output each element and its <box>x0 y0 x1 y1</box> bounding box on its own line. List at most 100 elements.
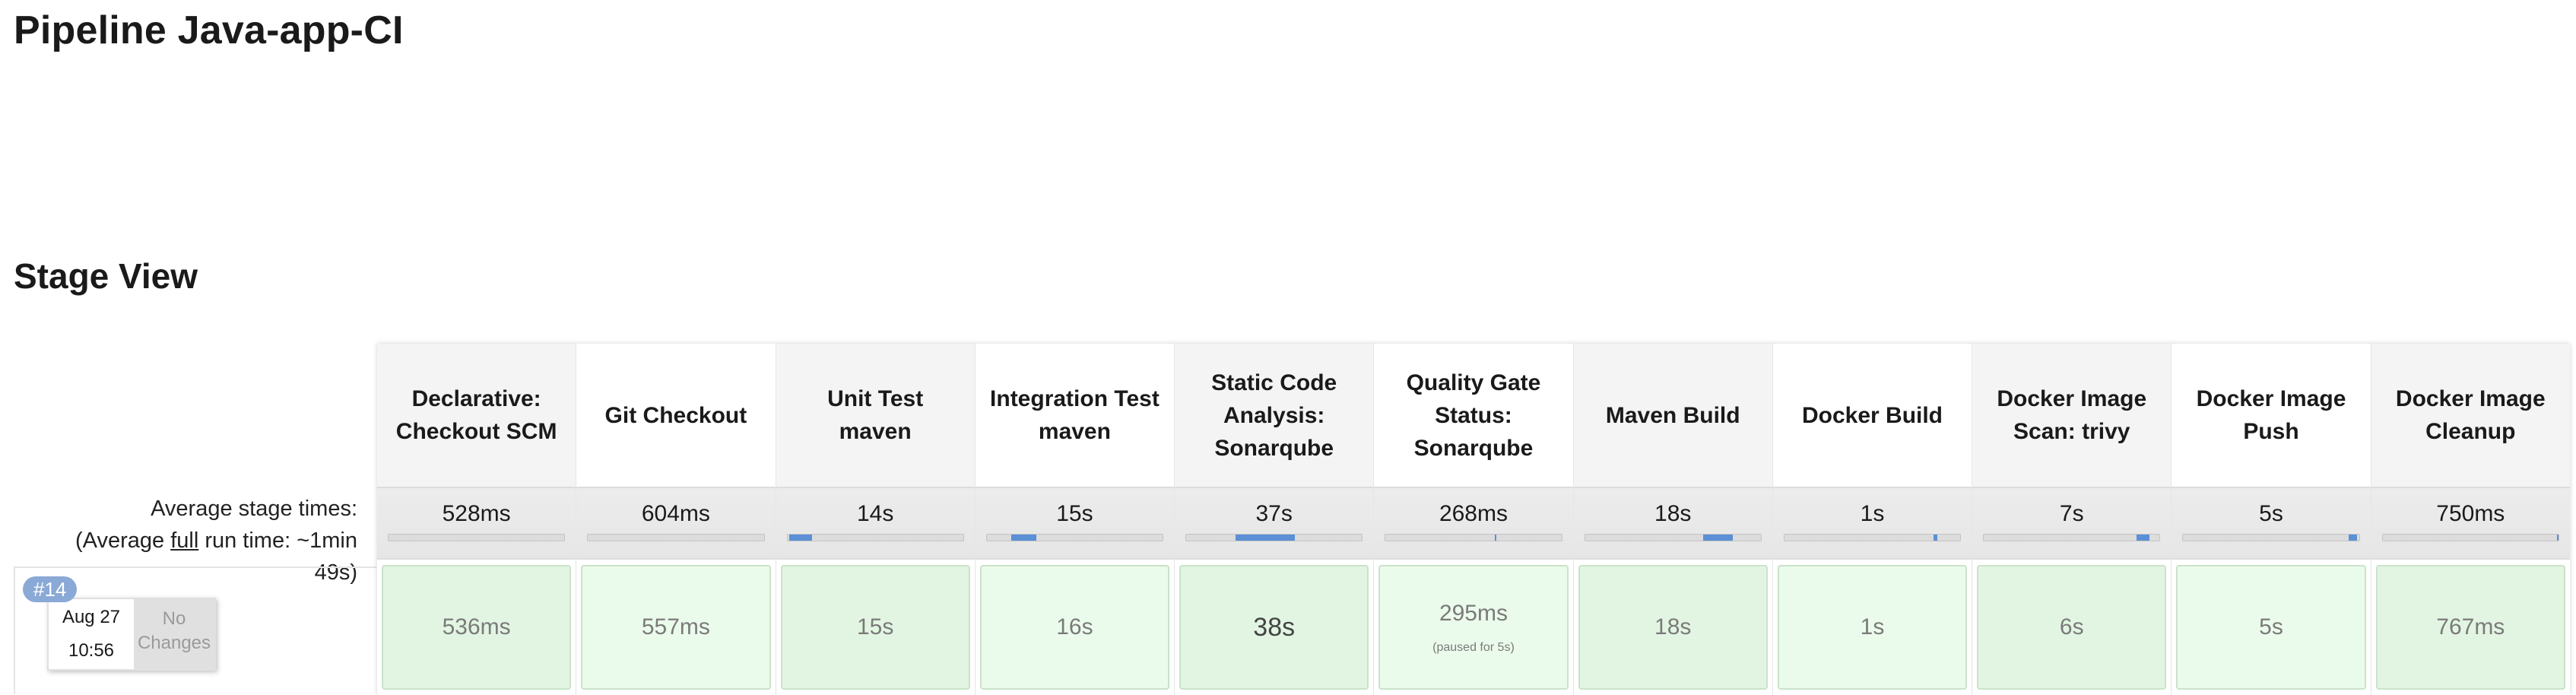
stage-average-time: 15s <box>1056 501 1093 526</box>
stage-progress-fill <box>1702 535 1733 541</box>
stage-run-cell[interactable]: 536ms <box>382 565 572 690</box>
stage-header[interactable]: Static Code Analysis: Sonarqube <box>1175 344 1374 487</box>
stage-progress-fill <box>1934 535 1938 541</box>
stage-column: Docker Build 1s 1s <box>1772 344 1972 695</box>
stage-average: 1s <box>1772 487 1972 560</box>
stage-average: 37s <box>1175 487 1374 560</box>
stage-progress-fill <box>2556 535 2559 541</box>
run-changes[interactable]: No Changes <box>134 599 214 669</box>
stage-progress-bar <box>2182 534 2360 541</box>
stage-average: 528ms <box>377 487 576 560</box>
stage-average: 604ms <box>576 487 776 560</box>
stage-average-time: 7s <box>2059 501 2084 526</box>
stage-average-time: 14s <box>856 501 894 526</box>
stage-header[interactable]: Docker Image Push <box>2172 344 2371 487</box>
stage-run-cell[interactable]: 18s <box>1578 565 1768 690</box>
stage-column: Unit Test maven 14s 15s <box>775 344 975 695</box>
stage-column: Git Checkout 604ms 557ms <box>576 344 776 695</box>
avg-label-line1: Average stage times: <box>151 497 357 521</box>
stage-run-cell[interactable]: 295ms (paused for 5s) <box>1378 565 1569 690</box>
stage-run-time: 38s <box>1253 613 1296 642</box>
stage-column: Maven Build 18s 18s <box>1572 344 1772 695</box>
stage-column: Docker Image Push 5s 5s <box>2171 344 2371 695</box>
stage-header[interactable]: Unit Test maven <box>776 344 975 487</box>
avg-label-suffix: run time: ~1min <box>198 528 357 553</box>
run-badge[interactable]: #14 <box>23 576 78 602</box>
stage-average-time: 1s <box>1860 501 1885 526</box>
stage-run-cell[interactable]: 16s <box>979 565 1170 690</box>
stage-run-slot: 767ms <box>2371 560 2570 695</box>
stage-progress-bar <box>1983 534 2161 541</box>
stage-progress-bar <box>388 534 566 541</box>
stage-run-slot: 557ms <box>576 560 776 695</box>
stage-average-time: 37s <box>1255 501 1293 526</box>
stage-header[interactable]: Maven Build <box>1573 344 1772 487</box>
stage-average: 750ms <box>2371 487 2570 560</box>
avg-label-line2: (Average full run time: ~1min <box>14 525 357 557</box>
page-title: Pipeline Java-app-CI <box>14 8 404 52</box>
stage-run-time: 1s <box>1860 614 1885 639</box>
stage-header[interactable]: Declarative: Checkout SCM <box>377 344 576 487</box>
run-time: 10:56 <box>68 640 115 661</box>
section-title: Stage View <box>14 256 198 296</box>
stage-progress-bar <box>1584 534 1762 541</box>
stage-header[interactable]: Quality Gate Status: Sonarqube <box>1374 344 1573 487</box>
stage-column: Declarative: Checkout SCM 528ms 536ms <box>377 344 576 695</box>
stage-run-time: 6s <box>2059 614 2084 639</box>
stage-run-time: 295ms <box>1439 601 1508 626</box>
stage-progress-fill <box>788 535 812 541</box>
stage-run-cell[interactable]: 38s <box>1179 565 1369 690</box>
stage-column: Static Code Analysis: Sonarqube 37s 38s <box>1174 344 1374 695</box>
stage-run-slot: 18s <box>1573 560 1772 695</box>
stage-average: 15s <box>975 487 1175 560</box>
stage-progress-fill <box>2348 535 2358 541</box>
stage-progress-bar <box>1783 534 1962 541</box>
stage-average-time: 528ms <box>442 501 511 526</box>
stage-progress-fill <box>1011 535 1036 541</box>
stage-run-slot: 6s <box>1972 560 2172 695</box>
stage-run-time: 16s <box>1056 614 1093 639</box>
stage-average: 7s <box>1972 487 2172 560</box>
stage-run-cell[interactable]: 6s <box>1977 565 2167 690</box>
stage-run-time: 5s <box>2259 614 2283 639</box>
stage-header[interactable]: Git Checkout <box>576 344 776 487</box>
stage-progress-fill <box>2137 535 2149 541</box>
stage-header[interactable]: Docker Image Scan: trivy <box>1972 344 2172 487</box>
avg-label-prefix: (Average <box>75 528 171 553</box>
stage-run-cell[interactable]: 557ms <box>581 565 771 690</box>
stage-column: Integration Test maven 15s 16s <box>974 344 1175 695</box>
stage-average: 268ms <box>1374 487 1573 560</box>
stage-average-time: 268ms <box>1439 501 1508 526</box>
stage-progress-fill <box>1235 535 1296 541</box>
stage-column: Docker Image Cleanup 750ms 767ms <box>2370 344 2570 695</box>
full-run-link[interactable]: full <box>170 528 198 553</box>
stage-run-cell[interactable]: 5s <box>2176 565 2366 690</box>
run-date: Aug 27 <box>62 607 121 627</box>
stage-header[interactable]: Docker Build <box>1772 344 1972 487</box>
stage-average: 14s <box>776 487 975 560</box>
run-card[interactable]: Aug 27 10:56 No Changes <box>47 598 216 671</box>
stage-run-time: 767ms <box>2436 614 2505 639</box>
stage-progress-bar <box>2381 534 2559 541</box>
stage-run-cell[interactable]: 767ms <box>2375 565 2565 690</box>
stage-header[interactable]: Integration Test maven <box>975 344 1175 487</box>
stage-run-slot: 1s <box>1772 560 1972 695</box>
stage-run-cell[interactable]: 1s <box>1777 565 1968 690</box>
stage-column: Quality Gate Status: Sonarqube 268ms 295ms… <box>1373 344 1573 695</box>
stage-run-time: 18s <box>1654 614 1692 639</box>
stage-average: 5s <box>2172 487 2371 560</box>
stage-run-cell[interactable]: 15s <box>780 565 970 690</box>
stage-run-time: 15s <box>856 614 894 639</box>
stage-average-time: 5s <box>2259 501 2283 526</box>
stage-run-slot: 295ms (paused for 5s) <box>1374 560 1573 695</box>
stage-progress-bar <box>985 534 1164 541</box>
stage-run-time: 536ms <box>442 614 511 639</box>
stage-run-time: 557ms <box>641 614 710 639</box>
stage-run-slot: 38s <box>1175 560 1374 695</box>
stage-progress-fill <box>1494 535 1497 541</box>
stage-run-slot: 16s <box>975 560 1175 695</box>
stage-run-slot: 15s <box>776 560 975 695</box>
stage-average: 18s <box>1573 487 1772 560</box>
stage-header[interactable]: Docker Image Cleanup <box>2371 344 2570 487</box>
stage-run-slot: 536ms <box>377 560 576 695</box>
